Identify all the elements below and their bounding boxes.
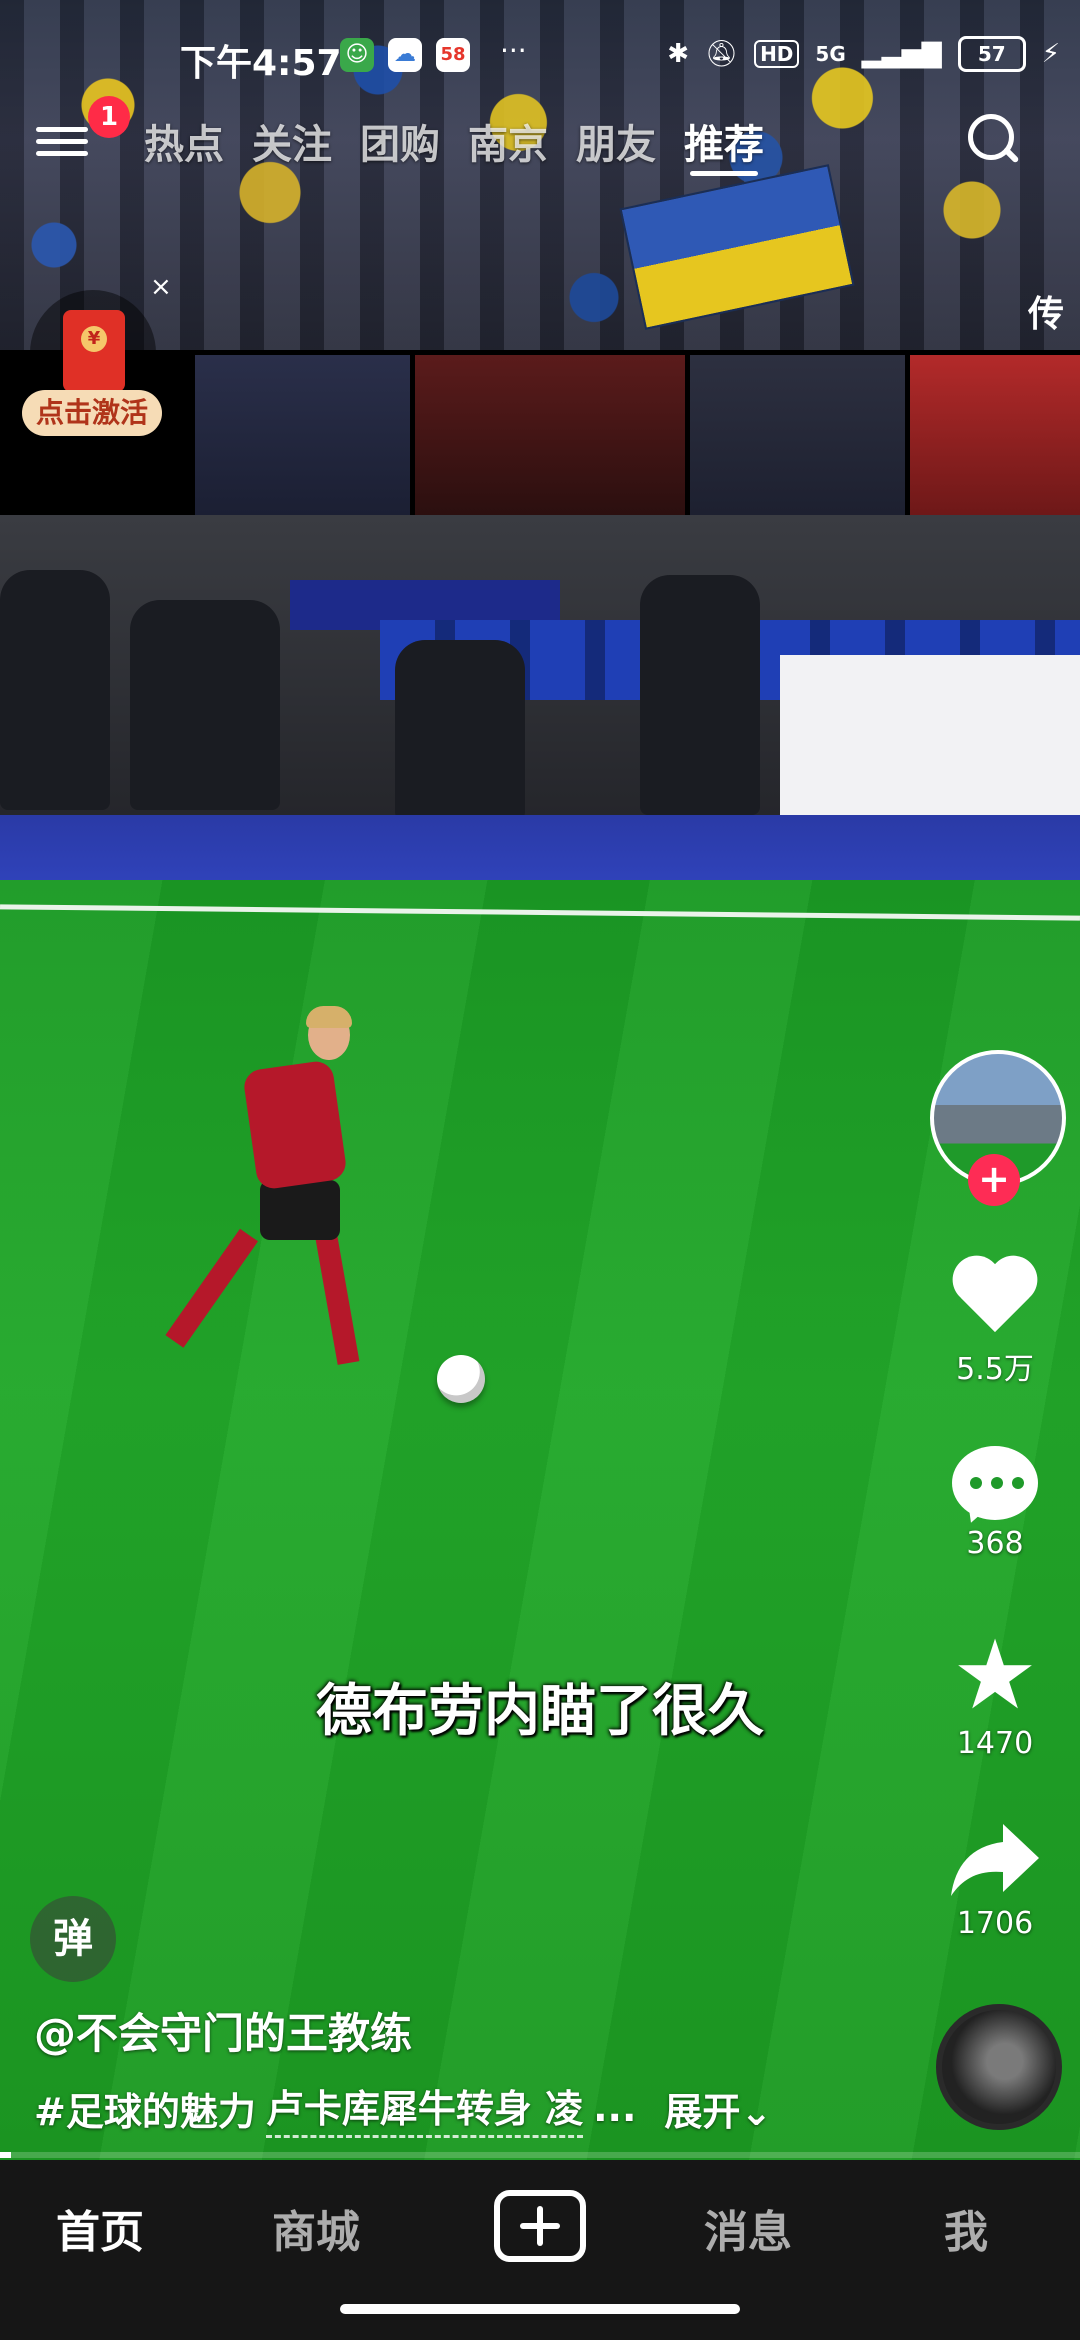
activate-label[interactable]: 点击激活 <box>22 390 162 436</box>
status-right: ✱ 🔕︎ HD 5G ▂▃▅▇ 57 ⚡ <box>667 36 1060 72</box>
video-progress[interactable] <box>0 2152 1080 2158</box>
heart-icon <box>951 1258 1039 1338</box>
photographer <box>130 600 280 810</box>
tab-city[interactable]: 南京 <box>454 110 562 180</box>
create-plus-button[interactable] <box>494 2190 586 2262</box>
banner <box>910 355 1080 515</box>
follow-button[interactable]: + <box>968 1154 1020 1206</box>
status-time: 下午4:57 <box>180 43 342 84</box>
offscreen-text: 传 <box>1028 294 1065 335</box>
comment-button[interactable]: 368 <box>920 1446 1070 1561</box>
player-leg <box>315 1233 360 1365</box>
nav-mall[interactable]: 商城 <box>272 2196 360 2260</box>
cloud-icon: ☁ <box>388 38 422 72</box>
fan-banners <box>195 355 1080 515</box>
tab-hot[interactable]: 热点 <box>130 110 238 180</box>
progress-fill <box>0 2152 11 2158</box>
notification-badge: 1 <box>88 96 130 138</box>
top-nav: 1 热点 关注 团购 南京 朋友 推荐 <box>0 96 1080 180</box>
share-icon <box>949 1820 1041 1900</box>
nav-me[interactable]: 我 <box>944 2196 988 2260</box>
menu-icon[interactable] <box>36 120 88 164</box>
banner <box>690 355 905 515</box>
nav-messages[interactable]: 消息 <box>704 2196 792 2260</box>
search-icon[interactable] <box>968 114 1020 164</box>
hashtag-link[interactable]: #足球的魅力 <box>34 2081 256 2136</box>
more-icon: ··· <box>500 34 527 67</box>
feed-tabs: 热点 关注 团购 南京 朋友 推荐 <box>130 110 778 180</box>
battery-text: 57 <box>977 42 1006 66</box>
white-panel <box>780 655 1080 830</box>
tab-following[interactable]: 关注 <box>238 110 346 180</box>
wechat-icon: ☺ <box>340 38 374 72</box>
video-feed-screen: 下午4:57 ☺ ☁ 58 ··· ✱ 🔕︎ HD 5G ▂▃▅▇ 57 ⚡ 1… <box>0 0 1080 2340</box>
share-count: 1706 <box>956 1906 1034 1941</box>
danmaku-toggle[interactable]: 弹 <box>30 1896 116 1982</box>
player-shirt <box>242 1059 348 1191</box>
expand-label: 展开 <box>664 2089 741 2134</box>
mute-icon: 🔕︎ <box>705 39 739 69</box>
network-label: 5G <box>815 42 846 66</box>
comment-count: 368 <box>966 1526 1024 1561</box>
player-shorts <box>260 1180 340 1240</box>
like-count: 5.5万 <box>956 1352 1034 1387</box>
close-icon[interactable]: × <box>150 272 172 302</box>
player <box>165 1006 360 1380</box>
chevron-down-icon: ⌄ <box>740 2089 773 2134</box>
football <box>437 1355 485 1403</box>
tab-group-buy[interactable]: 团购 <box>346 110 454 180</box>
battery-icon: 57 <box>957 36 1026 72</box>
charging-icon: ⚡ <box>1041 39 1060 69</box>
expand-button[interactable]: 展开⌄ <box>664 2081 772 2136</box>
app58-icon: 58 <box>436 38 470 72</box>
desc-ellipsis: ... <box>593 2086 637 2130</box>
tab-friends[interactable]: 朋友 <box>562 110 670 180</box>
player-hair <box>306 1006 352 1028</box>
like-button[interactable]: 5.5万 <box>920 1258 1070 1388</box>
comment-icon <box>952 1446 1038 1526</box>
banner <box>195 355 410 515</box>
coin-icon: ¥ <box>81 326 107 352</box>
music-disc[interactable] <box>936 2004 1062 2130</box>
signal-icon: ▂▃▅▇ <box>861 39 942 69</box>
photographer <box>395 640 525 820</box>
hd-icon: HD <box>754 40 800 68</box>
banner <box>415 355 685 515</box>
video-description: #足球的魅力 卢卡库犀牛转身 凌 ... 展开⌄ <box>34 2078 772 2138</box>
status-bar: 下午4:57 ☺ ☁ 58 ··· ✱ 🔕︎ HD 5G ▂▃▅▇ 57 ⚡ <box>0 30 1080 90</box>
home-indicator <box>340 2304 740 2314</box>
photographer <box>0 570 110 810</box>
author-name[interactable]: @不会守门的王教练 <box>34 2000 412 2061</box>
pitch <box>0 880 1080 2160</box>
bubble-dots <box>970 1477 1024 1489</box>
video-subtitle: 德布劳内瞄了很久 <box>316 1679 764 1744</box>
related-search-link[interactable]: 卢卡库犀牛转身 凌 <box>265 2078 584 2138</box>
red-packet-widget[interactable]: ¥ 点击激活 <box>18 290 168 450</box>
tab-recommend[interactable]: 推荐 <box>670 110 778 180</box>
photographer <box>640 575 760 815</box>
nav-home[interactable]: 首页 <box>56 2196 144 2260</box>
share-button[interactable]: 1706 <box>920 1820 1070 1941</box>
bluetooth-icon: ✱ <box>667 39 690 69</box>
